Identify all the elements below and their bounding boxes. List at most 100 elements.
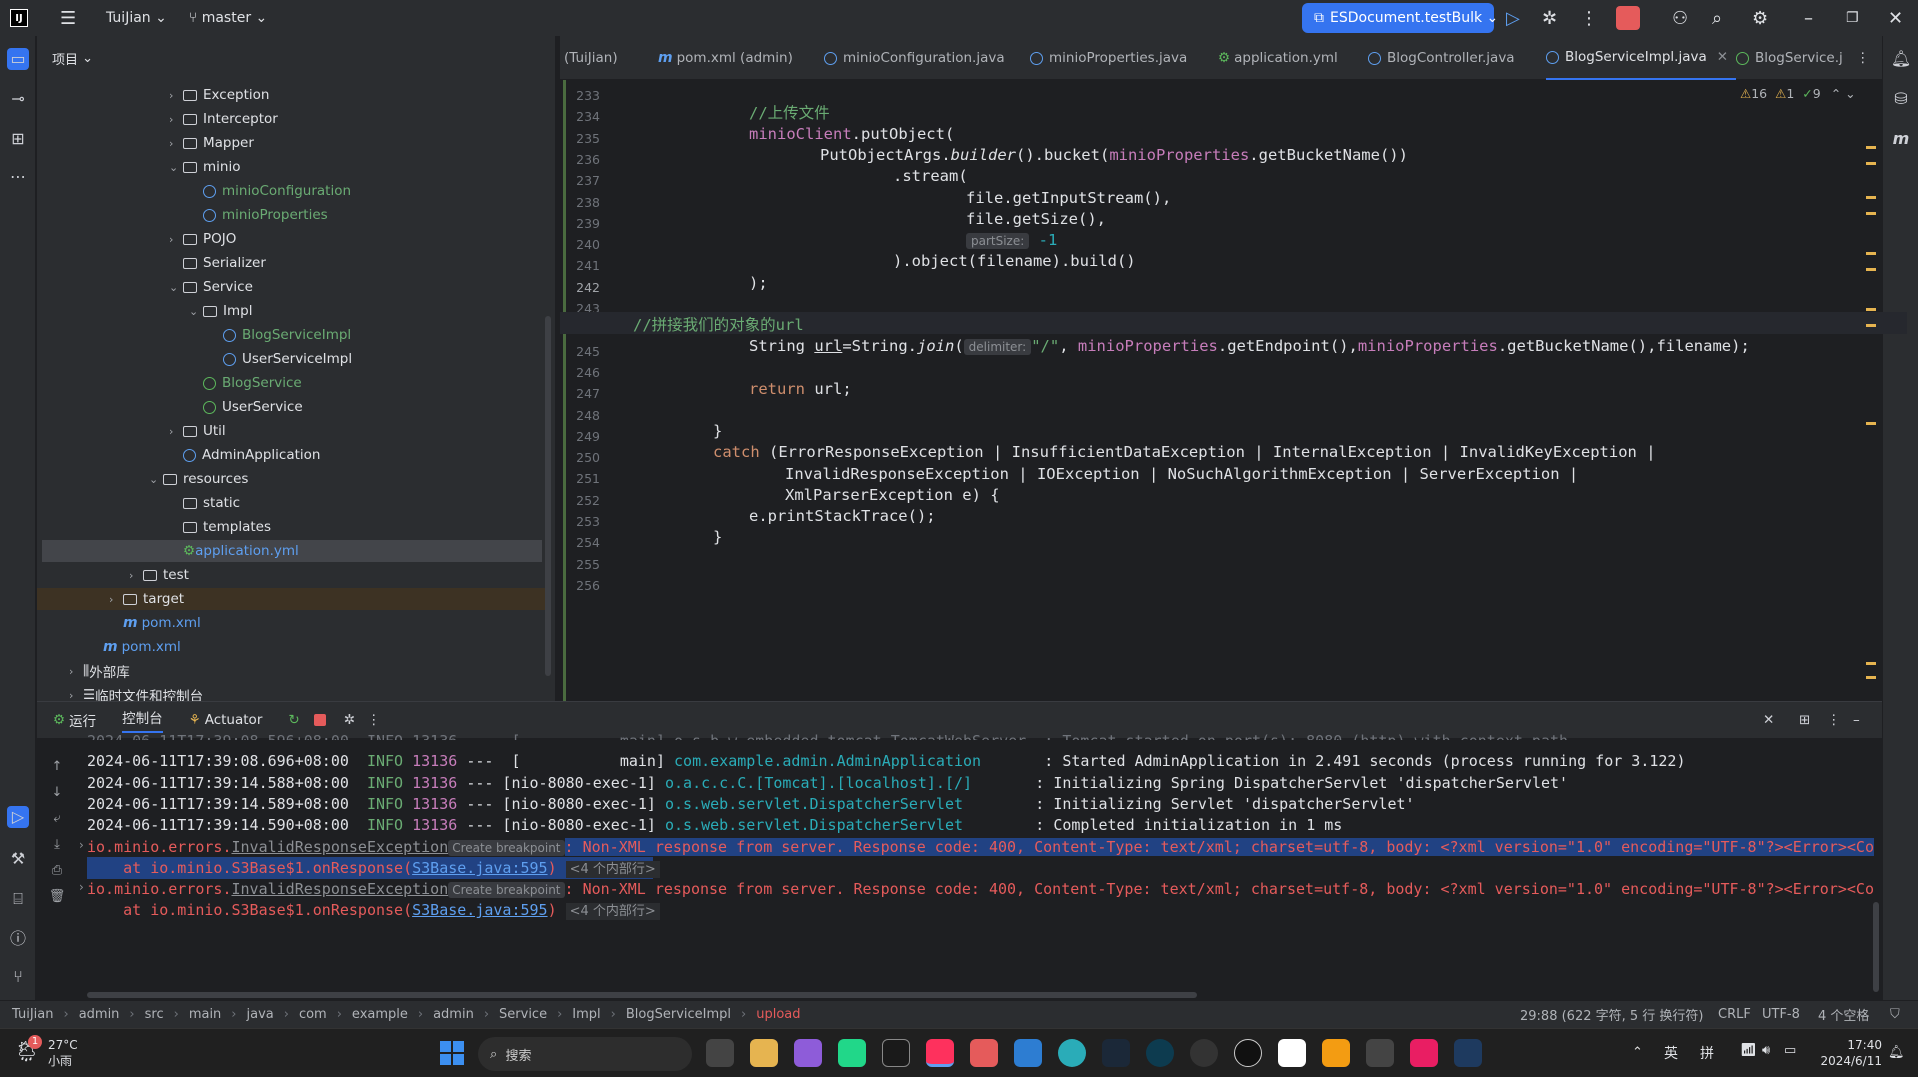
- line-number[interactable]: 256: [560, 578, 600, 593]
- ime-lang[interactable]: 英: [1664, 1043, 1678, 1063]
- app-icon[interactable]: [1190, 1039, 1218, 1067]
- editor-tab[interactable]: ⚙ application.yml: [1218, 36, 1338, 80]
- tree-item[interactable]: › POJO: [169, 228, 236, 250]
- editor-error-stripe[interactable]: [1866, 136, 1876, 696]
- more-icon[interactable]: ⋮: [1580, 8, 1598, 29]
- database-icon[interactable]: ⛁: [1890, 88, 1912, 110]
- tree-item[interactable]: BlogService: [189, 372, 302, 394]
- terminal-tool-icon[interactable]: ⌸: [7, 888, 29, 910]
- chevron-right-icon[interactable]: ›: [169, 89, 183, 102]
- start-menu-icon[interactable]: [440, 1041, 464, 1065]
- tree-item[interactable]: minioConfiguration: [189, 180, 351, 202]
- visual-studio-icon[interactable]: [794, 1039, 822, 1067]
- print-icon[interactable]: ⎙: [47, 858, 67, 884]
- tree-item[interactable]: ⚙ application.yml: [42, 540, 542, 562]
- notifications-icon[interactable]: 🔔︎: [1890, 48, 1912, 70]
- problems-tool-icon[interactable]: ⓘ: [7, 928, 29, 950]
- chevron-right-icon[interactable]: ›: [69, 689, 83, 702]
- line-number[interactable]: 249: [560, 429, 600, 444]
- caret-position[interactable]: 29:88 (622 字符, 5 行 换行符): [1520, 1005, 1704, 1024]
- expand-arrow-icon[interactable]: ›: [79, 880, 84, 894]
- chevron-down-icon[interactable]: ⌄: [189, 305, 203, 318]
- tree-item[interactable]: AdminApplication: [169, 444, 320, 466]
- soft-wrap-icon[interactable]: ⤶: [47, 806, 67, 832]
- tree-item[interactable]: static: [169, 492, 240, 514]
- internal-lines-toggle[interactable]: <4 个内部行>: [565, 861, 660, 878]
- editor-tab[interactable]: m pom.xml (admin): [658, 36, 793, 80]
- tree-item[interactable]: › target: [37, 588, 547, 610]
- debug-run-icon[interactable]: ✲: [344, 712, 355, 728]
- breadcrumb-item[interactable]: main: [189, 1007, 221, 1022]
- build-tool-icon[interactable]: ⚒: [7, 848, 29, 870]
- tree-item[interactable]: › Mapper: [169, 132, 254, 154]
- console-vscrollbar[interactable]: [1873, 902, 1879, 992]
- project-selector[interactable]: TuiJian ⌄: [106, 10, 167, 26]
- expand-arrow-icon[interactable]: ›: [79, 838, 84, 852]
- app-icon[interactable]: [1322, 1039, 1350, 1067]
- breadcrumb-item[interactable]: upload: [756, 1007, 800, 1022]
- intellij-active-icon[interactable]: [926, 1039, 954, 1067]
- app-icon[interactable]: [1410, 1039, 1438, 1067]
- file-explorer-icon[interactable]: [750, 1039, 778, 1067]
- inspection-widget[interactable]: ⚠16 ⚠1 ✓9 ⌃ ⌄: [1740, 86, 1856, 101]
- editor-tab-active[interactable]: BlogServiceImpl.java ✕: [1546, 36, 1737, 80]
- tree-item[interactable]: › Util: [169, 420, 226, 442]
- tree-item[interactable]: BlogServiceImpl: [209, 324, 351, 346]
- rerun-icon[interactable]: ↻: [288, 712, 299, 728]
- create-breakpoint-button[interactable]: Create breakpoint: [448, 882, 565, 898]
- source-link[interactable]: S3Base.java:595: [412, 901, 547, 919]
- line-number[interactable]: 241: [560, 258, 600, 273]
- line-number[interactable]: 242: [560, 280, 600, 295]
- chevron-right-icon[interactable]: ›: [169, 233, 183, 246]
- line-number[interactable]: 246: [560, 365, 600, 380]
- tab-actuator[interactable]: Actuator: [205, 712, 263, 728]
- line-number[interactable]: 235: [560, 131, 600, 146]
- settings-icon[interactable]: ⚙: [1752, 8, 1768, 29]
- chevron-right-icon[interactable]: ›: [169, 425, 183, 438]
- tree-item[interactable]: m pom.xml: [109, 612, 201, 634]
- scroll-end-icon[interactable]: ⤓: [47, 832, 67, 858]
- layout-icon[interactable]: ⊞: [1799, 712, 1810, 728]
- chevron-down-icon[interactable]: ⌄: [169, 281, 183, 294]
- minimize-panel-icon[interactable]: –: [1853, 712, 1860, 728]
- branch-selector[interactable]: ⑂ master ⌄: [189, 10, 267, 26]
- file-encoding[interactable]: UTF-8: [1762, 1007, 1800, 1022]
- app-icon[interactable]: [1454, 1039, 1482, 1067]
- project-tool-icon[interactable]: ▭: [7, 48, 29, 70]
- run-config-selector[interactable]: ⧉ ESDocument.testBulk ⌄: [1302, 3, 1498, 33]
- breadcrumb-item[interactable]: example: [352, 1007, 408, 1022]
- scroll-down-icon[interactable]: ↓: [47, 780, 67, 806]
- chevron-down-icon[interactable]: ⌄: [169, 161, 183, 174]
- line-number[interactable]: 247: [560, 386, 600, 401]
- exception-link[interactable]: InvalidResponseException: [232, 880, 449, 898]
- line-number[interactable]: 251: [560, 471, 600, 486]
- main-menu-icon[interactable]: ☰: [60, 8, 82, 29]
- tabs-more-icon[interactable]: ⋮: [1856, 36, 1870, 80]
- breadcrumb-item[interactable]: Impl: [572, 1007, 600, 1022]
- line-number[interactable]: 234: [560, 109, 600, 124]
- task-view-icon[interactable]: [706, 1039, 734, 1067]
- close-tab-icon[interactable]: ✕: [1717, 49, 1728, 65]
- run-more-icon[interactable]: ⋮: [367, 712, 381, 728]
- tree-item[interactable]: ⌄ minio: [169, 156, 240, 178]
- editor-tab[interactable]: BlogService.j: [1736, 36, 1843, 80]
- commit-tool-icon[interactable]: ⊸: [7, 88, 29, 110]
- breadcrumb-item[interactable]: src: [145, 1007, 164, 1022]
- tree-item[interactable]: UserServiceImpl: [209, 348, 352, 370]
- debug-icon[interactable]: ✲: [1542, 8, 1557, 29]
- readonly-lock-icon[interactable]: ⛉: [1890, 1007, 1900, 1022]
- chevron-right-icon[interactable]: ›: [169, 113, 183, 126]
- line-number[interactable]: 250: [560, 450, 600, 465]
- line-number[interactable]: 236: [560, 152, 600, 167]
- tree-item[interactable]: templates: [169, 516, 271, 538]
- ime-mode[interactable]: 拼: [1700, 1043, 1714, 1063]
- line-number[interactable]: 254: [560, 535, 600, 550]
- tray-overflow-icon[interactable]: ⌃: [1632, 1045, 1643, 1060]
- editor-tab[interactable]: BlogController.java: [1368, 36, 1515, 80]
- app-icon[interactable]: [1146, 1039, 1174, 1067]
- weather-widget[interactable]: 27°C 小雨: [48, 1037, 78, 1069]
- source-link[interactable]: S3Base.java:595: [412, 859, 547, 877]
- maven-icon[interactable]: m: [1890, 128, 1912, 150]
- notification-bell-icon[interactable]: 🔔︎: [1888, 1045, 1905, 1060]
- editor-tab[interactable]: (TuiJian): [564, 36, 618, 80]
